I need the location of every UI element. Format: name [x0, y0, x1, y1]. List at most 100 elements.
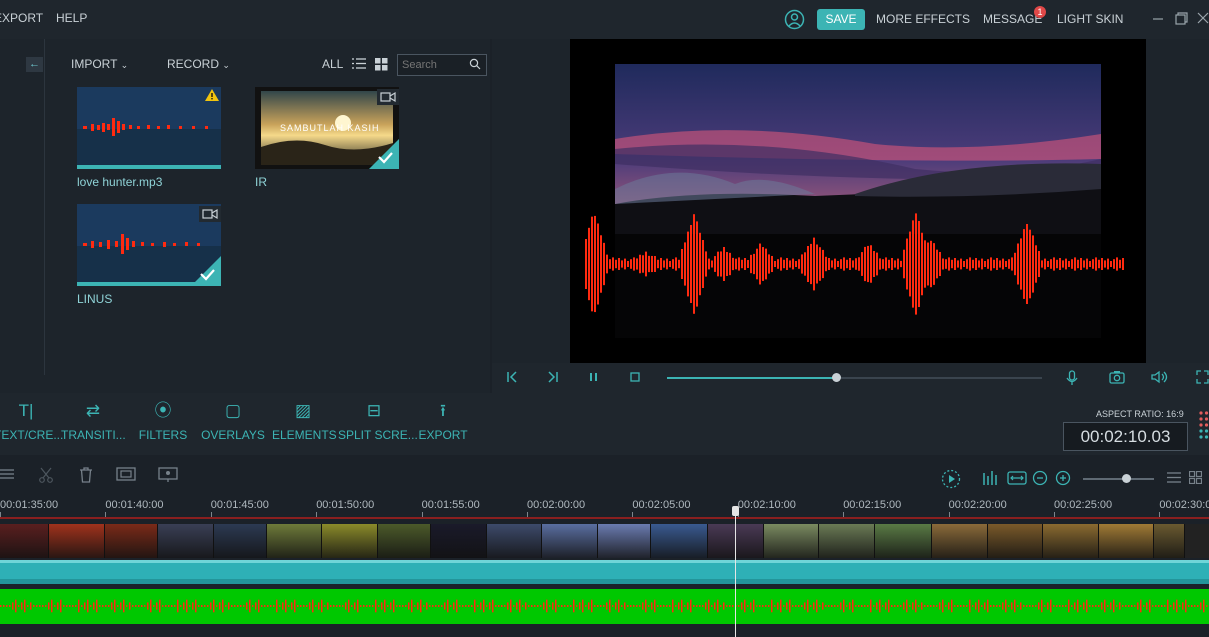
previous-frame-icon[interactable] [506, 370, 518, 387]
crop-icon[interactable] [116, 467, 136, 485]
grid-view-icon[interactable] [1188, 470, 1203, 488]
list-view-icon[interactable] [1167, 471, 1181, 488]
record-label: RECORD [167, 57, 220, 71]
volume-icon[interactable] [1151, 370, 1169, 387]
waveform-bar [702, 240, 704, 288]
audio-waveform-bar [558, 605, 560, 607]
cut-icon[interactable] [39, 467, 53, 487]
waveform-bar [594, 215, 596, 313]
video-clip-thumbnail[interactable] [764, 524, 819, 558]
save-button[interactable]: SAVE [817, 9, 865, 30]
close-icon[interactable] [1197, 12, 1209, 27]
elements-tool[interactable]: ▨ ELEMENTS [272, 400, 337, 442]
adjust-icon[interactable] [0, 467, 14, 485]
stop-icon[interactable] [629, 370, 641, 387]
waveform-bar [936, 249, 938, 279]
import-dropdown[interactable]: IMPORT ⌄ [71, 57, 128, 71]
waveform-bar [1038, 251, 1040, 277]
menu-help[interactable]: HELP [56, 11, 87, 25]
progress-handle[interactable] [832, 373, 841, 382]
video-clip-thumbnail[interactable] [105, 524, 158, 558]
maximize-icon[interactable] [1175, 12, 1188, 28]
export-tool[interactable]: ⭱ EXPORT [416, 400, 470, 442]
video-clip-thumbnail[interactable] [267, 524, 322, 558]
audio-track-teal[interactable] [0, 560, 1209, 584]
text-credits-tool[interactable]: T| TEXT/CRE... [0, 400, 64, 442]
video-clip-thumbnail[interactable] [487, 524, 542, 558]
next-frame-icon[interactable] [547, 370, 559, 387]
video-clip-thumbnail[interactable] [214, 524, 267, 558]
video-clip-thumbnail[interactable] [875, 524, 932, 558]
waveform-bar [738, 257, 740, 271]
video-clip-thumbnail[interactable] [1043, 524, 1099, 558]
video-clip-thumbnail[interactable] [988, 524, 1043, 558]
split-screen-tool[interactable]: ⊟ SPLIT SCRE... [338, 400, 418, 442]
video-clip-thumbnail[interactable] [378, 524, 431, 558]
playhead-line[interactable] [735, 512, 736, 637]
video-clip-thumbnail[interactable] [651, 524, 708, 558]
video-clip-thumbnail[interactable] [0, 524, 49, 558]
render-preview-icon[interactable] [941, 469, 961, 493]
progress-fill [667, 377, 837, 379]
audio-mixer-icon[interactable] [982, 470, 1000, 490]
audio-track-main[interactable] [0, 589, 1209, 624]
record-screen-icon[interactable] [158, 467, 178, 487]
fit-timeline-icon[interactable] [1007, 470, 1027, 490]
video-clip-thumbnail[interactable] [598, 524, 651, 558]
audio-waveform-bar [1077, 599, 1079, 613]
menu-export[interactable]: EXPORT [0, 11, 43, 25]
filters-tool[interactable]: ⦿ FILTERS [134, 400, 192, 442]
audio-waveform-bar [1116, 605, 1118, 607]
timeline-ruler[interactable] [0, 497, 1209, 519]
zoom-in-icon[interactable] [1055, 470, 1071, 490]
minimize-icon[interactable] [1152, 12, 1164, 27]
grid-view-icon[interactable] [375, 58, 388, 74]
list-view-icon[interactable] [352, 57, 366, 73]
video-track[interactable] [0, 524, 1209, 558]
filter-all-tab[interactable]: ALL [322, 57, 343, 71]
video-clip-thumbnail[interactable] [158, 524, 214, 558]
audio-waveform-bar [42, 605, 44, 607]
transitions-tool[interactable]: ⇄ TRANSITI... [61, 400, 126, 442]
audio-waveform-bar [1011, 602, 1013, 610]
audio-waveform-bar [153, 605, 155, 607]
audio-waveform-bar [345, 602, 347, 610]
search-input[interactable] [400, 56, 468, 74]
more-effects-link[interactable]: MORE EFFECTS [876, 12, 970, 26]
zoom-out-icon[interactable] [1032, 470, 1048, 490]
microphone-icon[interactable] [1066, 370, 1078, 389]
audio-waveform-bar [489, 602, 491, 610]
overlays-tool[interactable]: ▢ OVERLAYS [200, 400, 266, 442]
video-clip-thumbnail[interactable] [1154, 524, 1185, 558]
video-clip-thumbnail[interactable] [542, 524, 598, 558]
tool-label: TEXT/CRE... [0, 428, 64, 442]
fullscreen-icon[interactable] [1196, 370, 1209, 387]
waveform-bar [924, 240, 926, 288]
audio-waveform-bar [711, 605, 713, 607]
zoom-slider-handle[interactable] [1122, 474, 1131, 483]
audio-waveform-bar [738, 605, 740, 607]
playhead-handle[interactable] [732, 506, 739, 516]
back-button[interactable]: ← [26, 57, 43, 72]
audio-waveform-bar [1086, 599, 1088, 613]
user-icon[interactable] [784, 9, 805, 33]
video-clip-thumbnail[interactable] [322, 524, 378, 558]
video-clip-thumbnail[interactable] [708, 524, 764, 558]
light-skin-link[interactable]: LIGHT SKIN [1057, 12, 1123, 26]
video-clip-thumbnail[interactable] [1099, 524, 1154, 558]
video-clip-thumbnail[interactable] [431, 524, 487, 558]
pause-icon[interactable] [589, 370, 599, 387]
video-clip-thumbnail[interactable] [819, 524, 875, 558]
zoom-slider-track[interactable] [1083, 478, 1154, 480]
waveform-bar [963, 261, 965, 267]
audio-waveform-bar [549, 605, 551, 607]
media-thumbnail-audio[interactable] [77, 87, 221, 169]
timeline-tick-label: 00:02:05:00 [632, 499, 691, 511]
audio-waveform-bar [468, 605, 470, 607]
delete-icon[interactable] [79, 467, 93, 487]
search-icon[interactable] [469, 58, 481, 73]
video-clip-thumbnail[interactable] [49, 524, 105, 558]
record-dropdown[interactable]: RECORD ⌄ [167, 57, 230, 71]
snapshot-icon[interactable] [1109, 370, 1125, 387]
video-clip-thumbnail[interactable] [932, 524, 988, 558]
